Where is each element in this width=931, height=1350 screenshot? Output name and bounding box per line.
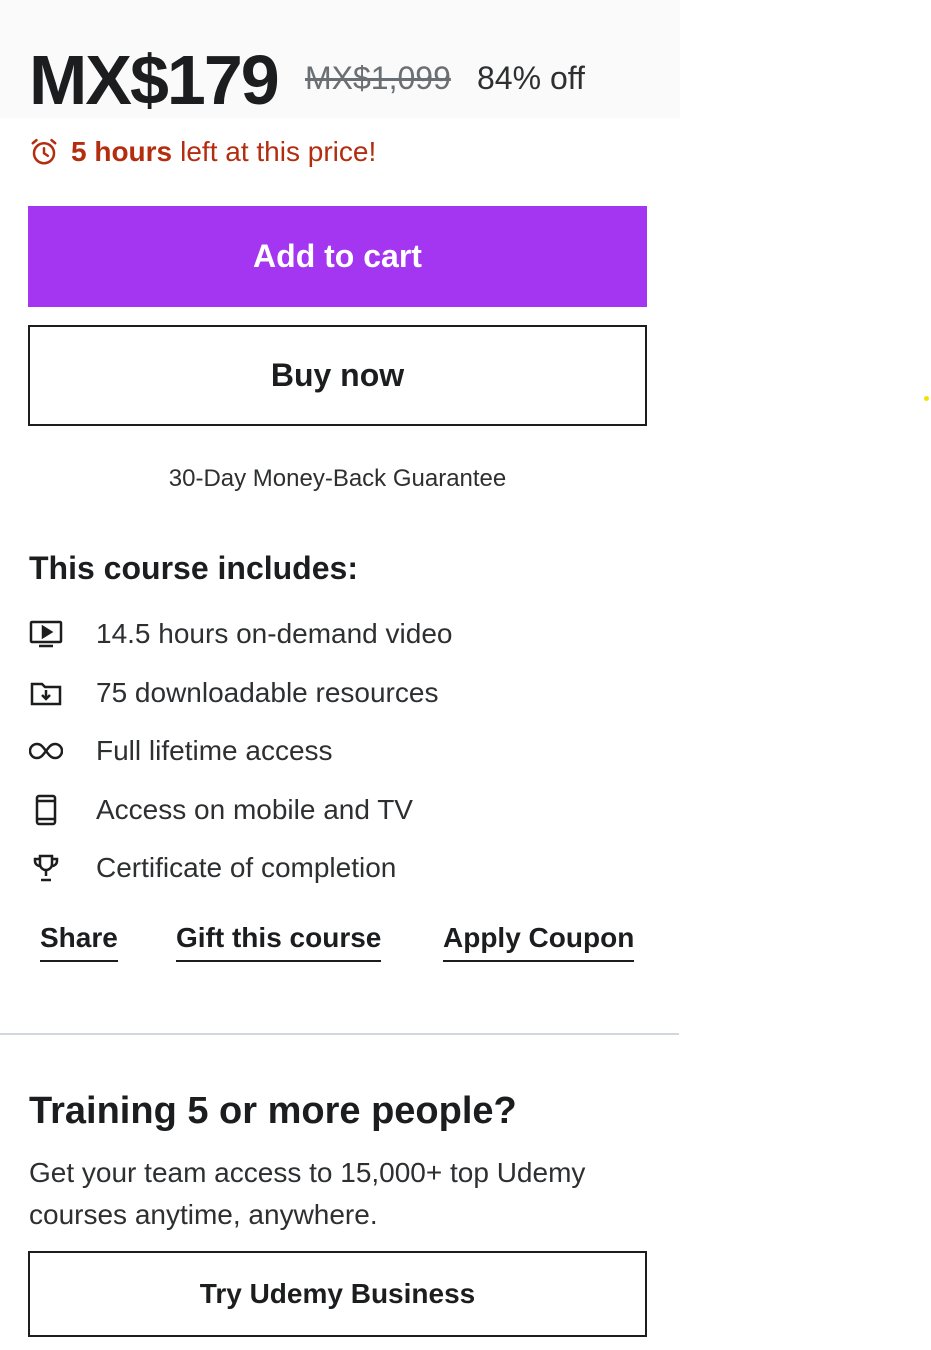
course-includes-list: 14.5 hours on-demand video 75 downloadab…: [28, 605, 452, 898]
download-folder-icon: [28, 675, 64, 711]
business-description: Get your team access to 15,000+ top Udem…: [29, 1157, 586, 1230]
business-title: Training 5 or more people?: [29, 1090, 517, 1132]
countdown-text: left at this price!: [180, 136, 377, 167]
discount-percent: 84% off: [477, 60, 585, 96]
trophy-icon: [28, 850, 64, 886]
price-bar: MX$179 MX$1,099 84% off: [0, 0, 680, 119]
course-actions-links: Share Gift this course Apply Coupon: [0, 920, 680, 968]
include-lifetime-label: Full lifetime access: [96, 735, 333, 767]
alarm-clock-icon: [31, 138, 57, 165]
list-item: 14.5 hours on-demand video: [28, 605, 452, 664]
include-certificate-label: Certificate of completion: [96, 852, 397, 884]
include-video-label: 14.5 hours on-demand video: [96, 618, 453, 650]
try-udemy-business-button[interactable]: Try Udemy Business: [28, 1251, 647, 1337]
include-resources-label: 75 downloadable resources: [96, 676, 439, 708]
current-price: MX$179: [29, 41, 280, 119]
cursor-dot: [924, 396, 929, 401]
apply-coupon-link[interactable]: Apply Coupon: [443, 920, 635, 962]
video-icon: [28, 616, 64, 652]
price-countdown: 5 hours left at this price!: [29, 134, 376, 170]
countdown-hours: 5 hours: [71, 136, 173, 167]
section-divider: [0, 1033, 679, 1035]
list-item: Certificate of completion: [28, 839, 452, 898]
money-back-guarantee: 30-Day Money-Back Guarantee: [168, 465, 507, 492]
share-link[interactable]: Share: [40, 920, 118, 962]
list-item: 75 downloadable resources: [28, 664, 452, 723]
include-mobile-label: Access on mobile and TV: [96, 793, 413, 825]
course-includes-title: This course includes:: [29, 550, 358, 586]
infinity-icon: [28, 733, 64, 769]
buy-now-button[interactable]: Buy now: [28, 325, 647, 426]
list-item: Access on mobile and TV: [28, 781, 452, 840]
gift-course-link[interactable]: Gift this course: [176, 920, 382, 962]
list-item: Full lifetime access: [28, 722, 452, 781]
add-to-cart-button[interactable]: Add to cart: [28, 206, 647, 307]
original-price: MX$1,099: [305, 60, 451, 96]
mobile-icon: [28, 792, 64, 828]
